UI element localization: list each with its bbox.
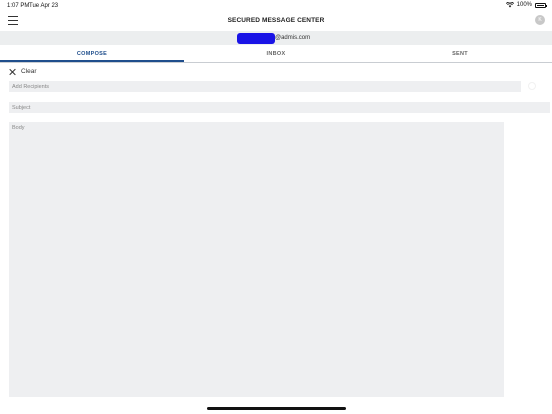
tab-bar: COMPOSE INBOX SENT: [0, 45, 552, 63]
add-recipient-icon[interactable]: [528, 82, 536, 90]
subject-input[interactable]: Subject: [9, 102, 550, 113]
battery-percent: 100%: [516, 2, 532, 8]
email-domain: @admis.com: [275, 35, 311, 41]
home-indicator: [207, 407, 346, 410]
account-email-bar: @admis.com: [0, 31, 552, 45]
body-textarea[interactable]: Body: [9, 122, 504, 397]
redacted-email-user: [237, 33, 275, 44]
battery-icon: [535, 2, 547, 8]
app-header: SECURED MESSAGE CENTER K: [0, 11, 552, 31]
clear-button[interactable]: Clear: [9, 67, 37, 76]
tab-inbox[interactable]: INBOX: [184, 45, 368, 62]
status-right: 100%: [505, 2, 547, 8]
wifi-icon: [505, 2, 514, 8]
tab-sent[interactable]: SENT: [368, 45, 552, 62]
active-tab-indicator: [0, 60, 184, 62]
close-icon: [9, 68, 16, 75]
status-bar: 1:07 PM Tue Apr 23 100%: [0, 0, 552, 11]
clear-label: Clear: [21, 68, 37, 75]
status-date: Tue Apr 23: [29, 3, 59, 9]
page-title: SECURED MESSAGE CENTER: [227, 17, 325, 24]
recipients-input[interactable]: Add Recipients: [9, 81, 521, 92]
avatar[interactable]: K: [535, 15, 545, 25]
status-time: 1:07 PM: [7, 3, 30, 9]
